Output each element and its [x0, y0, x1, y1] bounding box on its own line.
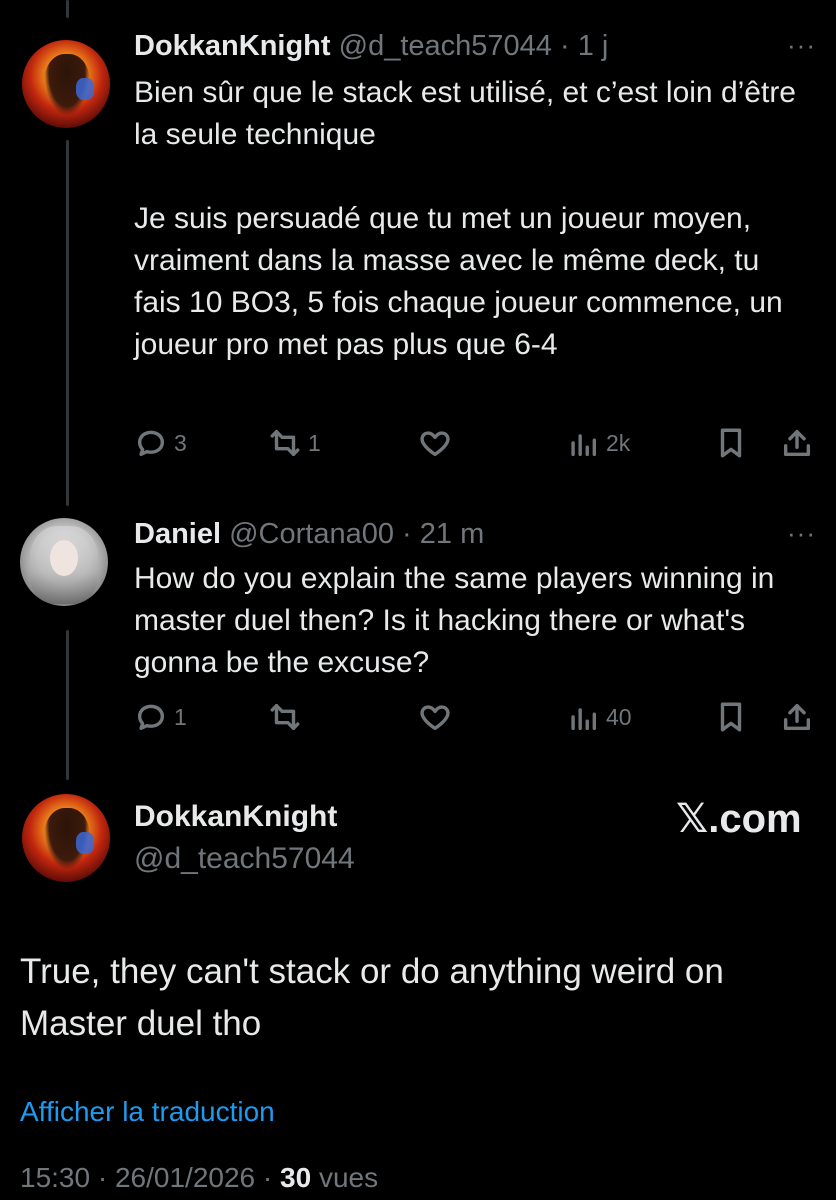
timestamp[interactable]: 1 j	[578, 30, 609, 62]
tweet-text: True, they can't stack or do anything we…	[20, 952, 724, 1043]
heart-icon	[420, 431, 450, 457]
reply-count: 3	[174, 429, 187, 456]
more-options-icon[interactable]: ···	[787, 518, 816, 549]
share-icon	[783, 429, 811, 457]
views-count: 2k	[606, 429, 631, 456]
like-button[interactable]	[418, 700, 458, 734]
more-options-icon[interactable]: ···	[787, 30, 816, 61]
x-watermark: 𝕏.com	[676, 797, 802, 841]
bookmark-button[interactable]	[714, 700, 748, 734]
share-icon	[783, 703, 811, 731]
tweet-header: DokkanKnight @d_teach57044 · 1 j	[134, 30, 608, 63]
tweet-actions: 3 1 2k	[134, 426, 824, 466]
heart-icon	[420, 705, 450, 731]
views-button[interactable]: 40	[566, 700, 632, 734]
thread-line-2	[66, 630, 69, 780]
separator-dot: ·	[90, 1162, 115, 1193]
tweet-actions: 1 40	[134, 700, 824, 740]
tweet-time: 15:30	[20, 1162, 91, 1193]
translate-link[interactable]: Afficher la traduction	[20, 1096, 275, 1128]
display-name[interactable]: DokkanKnight	[134, 30, 331, 62]
thread-line-top	[66, 0, 69, 18]
reply-icon	[137, 430, 165, 457]
reply-button[interactable]: 3	[134, 426, 187, 460]
retweet-button[interactable]	[268, 700, 308, 734]
views-icon	[571, 708, 597, 731]
tweet-header: Daniel @Cortana00 · 21 m	[134, 518, 484, 551]
tweet-date: 26/01/2026	[114, 1162, 256, 1193]
bookmark-icon	[720, 702, 742, 732]
thread-line-1	[66, 140, 69, 506]
views-button[interactable]: 2k	[566, 426, 630, 460]
views-count: 40	[606, 703, 632, 730]
retweet-count: 1	[308, 429, 321, 456]
views-label: vues	[318, 1162, 379, 1193]
reply-count: 1	[174, 703, 187, 730]
handle[interactable]: @Cortana00	[229, 518, 394, 550]
timestamp[interactable]: 21 m	[420, 518, 484, 550]
share-button[interactable]	[780, 700, 814, 734]
views-count[interactable]: 30	[280, 1162, 311, 1193]
handle[interactable]: @d_teach57044	[134, 842, 355, 876]
retweet-icon	[270, 429, 300, 457]
handle[interactable]: @d_teach57044	[339, 30, 552, 62]
reply-button[interactable]: 1	[134, 700, 187, 734]
like-button[interactable]	[418, 426, 458, 460]
tweet-footer: 15:30 · 26/01/2026 · 30 vues	[20, 1162, 378, 1194]
separator-dot: ·	[255, 1162, 280, 1193]
avatar[interactable]	[20, 518, 108, 606]
bookmark-button[interactable]	[714, 426, 748, 460]
tweet-text: How do you explain the same players winn…	[134, 562, 783, 679]
views-icon	[571, 434, 597, 457]
avatar[interactable]	[22, 40, 110, 128]
display-name[interactable]: Daniel	[134, 518, 221, 550]
display-name[interactable]: DokkanKnight	[134, 800, 337, 834]
separator-dot: ·	[393, 518, 420, 550]
separator-dot: ·	[551, 30, 578, 62]
bookmark-icon	[720, 428, 742, 458]
tweet-text: Bien sûr que le stack est utilisé, et c’…	[134, 76, 796, 361]
avatar[interactable]	[22, 794, 110, 882]
share-button[interactable]	[780, 426, 814, 460]
retweet-button[interactable]: 1	[268, 426, 321, 460]
retweet-icon	[270, 703, 300, 731]
reply-icon	[137, 704, 165, 731]
